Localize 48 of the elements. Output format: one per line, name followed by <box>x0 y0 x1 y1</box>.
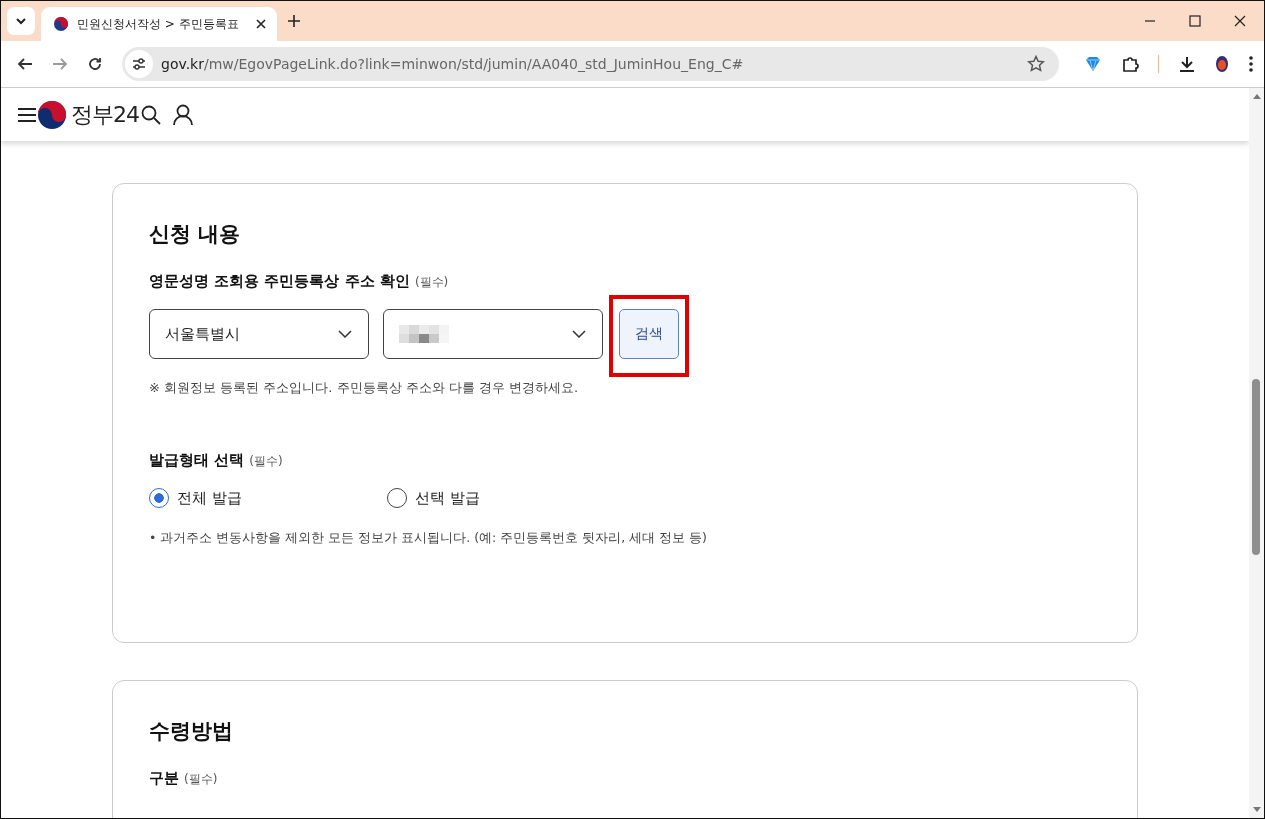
gem-icon[interactable] <box>1084 55 1102 73</box>
field-label: 발급형태 선택 <box>149 451 245 470</box>
taegeuk-logo-icon <box>37 99 67 130</box>
profile-avatar-icon[interactable] <box>1215 55 1229 73</box>
required-note: (필수) <box>184 771 218 788</box>
site-settings-icon[interactable] <box>125 50 153 78</box>
field-label: 영문성명 조회용 주민등록상 주소 확인 <box>149 272 410 291</box>
puzzle-icon[interactable] <box>1121 55 1139 73</box>
scroll-down-arrow-icon[interactable] <box>1252 807 1261 813</box>
helper-text: ※ 회원정보 등록된 주소입니다. 주민등록상 주소와 다를 경우 변경하세요. <box>149 379 580 397</box>
radio-label[interactable]: 전체 발급 <box>177 488 242 508</box>
required-note: (필수) <box>414 274 449 291</box>
close-icon[interactable] <box>1234 15 1246 27</box>
menu-icon[interactable] <box>17 105 37 124</box>
district-select[interactable] <box>383 309 603 359</box>
address-bar[interactable]: gov.kr/mw/EgovPageLink.do?link=minwon/std/jumin/AA040_std_JuminHou_Eng_C# <box>122 47 1059 81</box>
city-select[interactable]: 서울특별시 <box>149 309 369 359</box>
user-icon[interactable] <box>173 103 193 126</box>
search-button[interactable]: 검색 <box>619 309 679 359</box>
chevron-down-icon <box>338 330 352 338</box>
tab-title: 민원신청서작성 > 주민등록표 <box>77 15 240 33</box>
scrollbar[interactable] <box>1249 88 1264 818</box>
field-label: 구분 <box>149 769 179 788</box>
required-note: (필수) <box>249 453 283 470</box>
radio-label[interactable]: 선택 발급 <box>415 488 480 508</box>
section-title: 수령방법 <box>149 718 234 745</box>
forward-arrow-icon[interactable] <box>52 56 68 72</box>
more-menu-icon[interactable] <box>1248 55 1254 73</box>
close-icon[interactable] <box>255 18 267 30</box>
url-text: gov.kr/mw/EgovPageLink.do?link=minwon/std/jumin/AA040_std_JuminHou_Eng_C# <box>161 56 744 72</box>
scroll-up-arrow-icon[interactable] <box>1252 93 1261 99</box>
star-icon[interactable] <box>1027 55 1045 73</box>
back-arrow-icon[interactable] <box>17 56 33 72</box>
scrollbar-thumb[interactable] <box>1252 379 1260 555</box>
browser-tab[interactable]: 민원신청서작성 > 주민등록표 <box>41 7 277 41</box>
tab-list-button[interactable] <box>7 7 35 35</box>
section-title: 신청 내용 <box>149 221 242 248</box>
helper-text: • 과거주소 변동사항을 제외한 모든 정보가 표시됩니다. (예: 주민등록번호 뒷자리, 세대 정보 등) <box>149 530 708 547</box>
maximize-icon[interactable] <box>1189 15 1201 27</box>
radio-button[interactable] <box>149 488 169 508</box>
new-tab-icon[interactable] <box>287 14 301 28</box>
search-icon[interactable] <box>141 104 161 125</box>
logo-text[interactable]: 정부24 <box>71 99 139 130</box>
emblem-icon <box>53 16 69 32</box>
reload-icon[interactable] <box>87 56 103 72</box>
pixelated-mosaic <box>399 325 449 343</box>
chevron-down-icon <box>572 330 586 338</box>
download-icon[interactable] <box>1178 55 1196 73</box>
